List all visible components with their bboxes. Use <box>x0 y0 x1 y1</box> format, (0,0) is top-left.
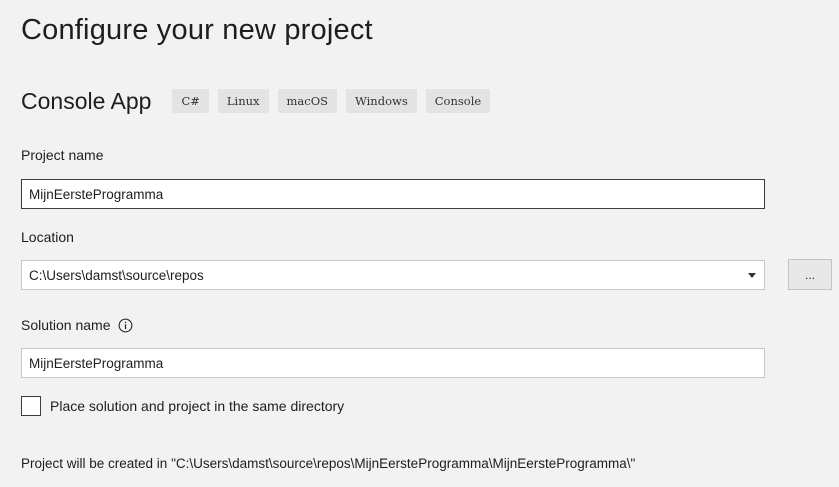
location-label: Location <box>21 229 74 245</box>
location-combobox[interactable]: C:\Users\damst\source\repos <box>21 260 765 290</box>
template-name: Console App <box>21 87 152 114</box>
browse-location-button[interactable]: ... <box>788 259 832 290</box>
chevron-down-icon[interactable] <box>740 261 764 289</box>
solution-name-input[interactable] <box>21 348 765 378</box>
tag-windows: Windows <box>346 89 417 113</box>
same-directory-checkbox[interactable] <box>21 396 41 416</box>
template-header: Console App C# Linux macOS Windows Conso… <box>21 86 499 116</box>
configure-project-page: Configure your new project Console App C… <box>0 0 839 487</box>
tag-linux: Linux <box>217 89 269 113</box>
project-name-label: Project name <box>21 147 104 163</box>
project-location-summary: Project will be created in "C:\Users\dam… <box>21 456 636 471</box>
tag-macos: macOS <box>277 89 338 113</box>
same-directory-option[interactable]: Place solution and project in the same d… <box>21 396 344 416</box>
solution-name-label-row: Solution name <box>21 317 133 333</box>
solution-name-label: Solution name <box>21 317 111 333</box>
tag-csharp: C# <box>172 89 209 113</box>
page-title: Configure your new project <box>21 14 373 46</box>
project-name-input[interactable] <box>21 179 765 209</box>
info-circle-icon[interactable] <box>118 318 133 333</box>
location-value: C:\Users\damst\source\repos <box>29 267 204 283</box>
same-directory-label: Place solution and project in the same d… <box>50 398 345 414</box>
tag-console: Console <box>425 89 491 113</box>
